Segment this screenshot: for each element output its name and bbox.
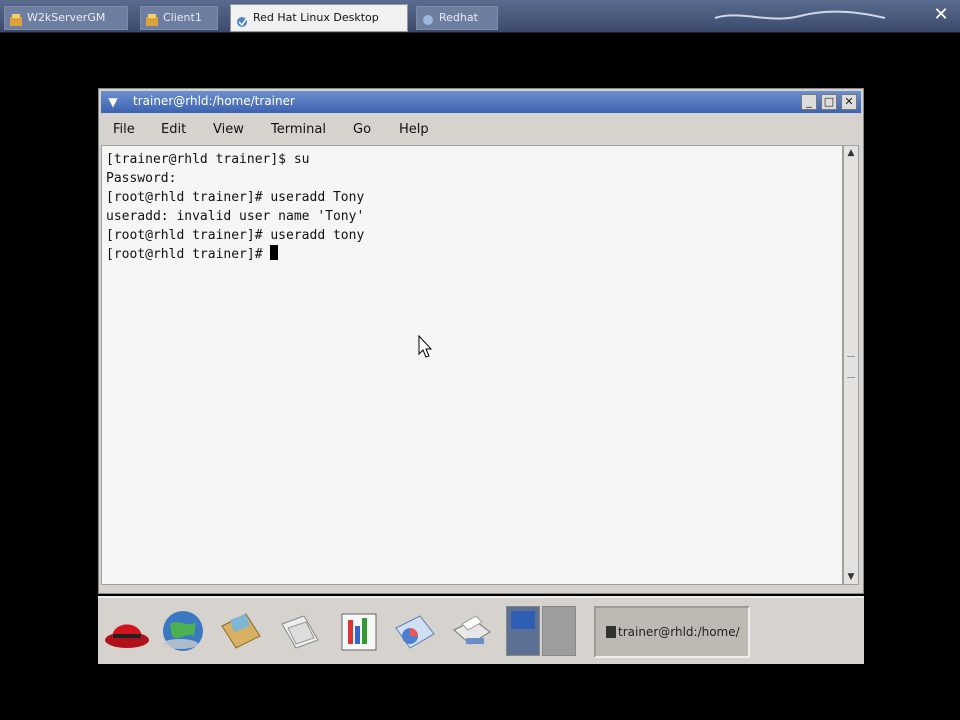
host-tab-label: Redhat — [439, 11, 478, 24]
menu-file[interactable]: File — [113, 122, 135, 137]
scrollbar-grip[interactable] — [847, 356, 855, 378]
scroll-up-icon[interactable]: ▲ — [844, 146, 858, 160]
workspace-2[interactable] — [542, 606, 576, 656]
printer-icon[interactable] — [446, 606, 496, 656]
vertical-scrollbar[interactable]: ▲ ▼ — [843, 145, 859, 585]
close-button[interactable]: ✕ — [841, 94, 857, 110]
taskbar-terminal-button[interactable]: trainer@rhld:/home/ — [594, 606, 750, 658]
window-titlebar[interactable]: ▼ trainer@rhld:/home/trainer _ □ ✕ — [101, 91, 861, 113]
window-title: trainer@rhld:/home/trainer — [133, 94, 295, 108]
terminal-app-icon — [606, 626, 616, 638]
terminal-prompt-line: [root@rhld trainer]# — [106, 245, 364, 264]
spreadsheet-icon[interactable] — [390, 606, 440, 656]
host-brand-logo — [710, 8, 890, 29]
taskbar-button-label: trainer@rhld:/home/ — [618, 625, 740, 639]
minimize-button[interactable]: _ — [801, 94, 817, 110]
host-tab-label: Red Hat Linux Desktop — [253, 11, 379, 24]
host-tab-redhat-desktop[interactable]: Red Hat Linux Desktop — [230, 4, 408, 32]
host-tab-client1[interactable]: Client1 — [140, 6, 218, 30]
office-writer-icon[interactable] — [334, 606, 384, 656]
file-manager-icon[interactable] — [274, 606, 324, 656]
menu-edit[interactable]: Edit — [161, 122, 186, 137]
terminal-prompt: [root@rhld trainer]# — [106, 247, 271, 262]
terminal-line: [trainer@rhld trainer]$ su — [106, 152, 310, 167]
menu-terminal[interactable]: Terminal — [271, 122, 326, 137]
terminal-line: useradd: invalid user name 'Tony' — [106, 209, 365, 224]
menu-view[interactable]: View — [213, 122, 244, 137]
web-browser-icon[interactable] — [158, 606, 208, 656]
menu-bar: File Edit View Terminal Go Help — [101, 115, 861, 143]
redhat-menu-icon[interactable] — [102, 606, 152, 656]
vm-running-icon — [236, 12, 248, 27]
terminal-line: [root@rhld trainer]# useradd tony — [106, 228, 365, 243]
host-tab-label: W2kServerGM — [27, 11, 106, 24]
menu-help[interactable]: Help — [399, 122, 429, 137]
vm-icon — [146, 12, 158, 26]
bottom-panel: trainer@rhld:/home/ — [98, 596, 864, 664]
mail-icon[interactable] — [216, 606, 266, 656]
vm-icon — [10, 12, 22, 26]
vm-icon — [422, 12, 434, 25]
terminal-line: [root@rhld trainer]# useradd Tony — [106, 190, 365, 205]
text-cursor — [270, 245, 279, 260]
window-menu-icon[interactable]: ▼ — [105, 94, 121, 110]
scroll-down-icon[interactable]: ▼ — [844, 570, 858, 584]
mouse-pointer-icon — [418, 334, 433, 359]
host-tab-bar: W2kServerGM Client1 Red Hat Linux Deskto… — [0, 0, 960, 33]
host-close-icon[interactable]: ✕ — [930, 4, 952, 26]
terminal-window: ▼ trainer@rhld:/home/trainer _ □ ✕ File … — [98, 88, 864, 594]
terminal-output[interactable]: [trainer@rhld trainer]$ su Password: [ro… — [101, 145, 843, 585]
host-tab-w2kserver[interactable]: W2kServerGM — [4, 6, 128, 30]
terminal-line: Password: — [106, 171, 177, 186]
menu-go[interactable]: Go — [353, 122, 371, 137]
host-tab-redhat[interactable]: Redhat — [416, 6, 498, 30]
workspace-1[interactable] — [506, 606, 540, 656]
maximize-button[interactable]: □ — [821, 94, 837, 110]
host-tab-label: Client1 — [163, 11, 202, 24]
